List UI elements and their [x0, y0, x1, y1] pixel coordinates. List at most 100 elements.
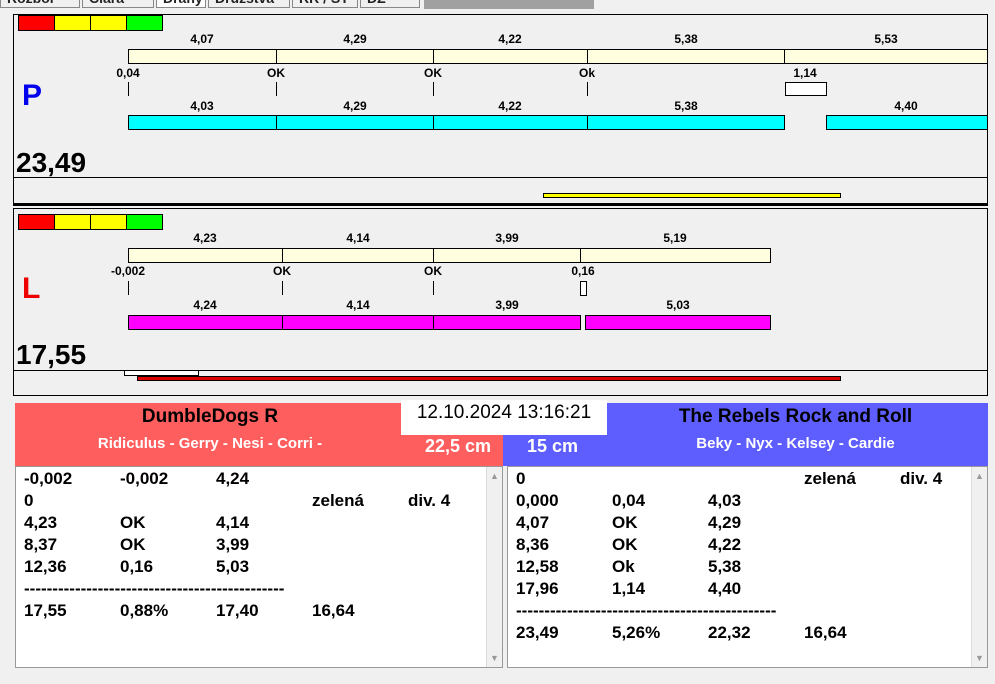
- time-label: 4,22: [498, 32, 522, 46]
- result-cell: 4,22: [708, 535, 742, 554]
- result-cell: 0,16: [120, 557, 154, 576]
- result-cell: 17,96: [516, 579, 559, 598]
- result-cell: Ok: [612, 557, 635, 576]
- time-label: 5,53: [874, 32, 898, 46]
- tab-strip-fill: [424, 0, 594, 9]
- result-cell: 23,49: [516, 623, 559, 642]
- segment: [587, 49, 785, 64]
- lane-score: 17,55: [16, 339, 87, 370]
- lane-letter: L: [22, 272, 41, 305]
- segment: [433, 115, 588, 130]
- time-label: 3,99: [495, 298, 519, 312]
- segment: [433, 49, 588, 64]
- result-cell: ----------------------------------------…: [24, 579, 285, 598]
- time-label: 4,40: [894, 99, 918, 113]
- indicator-yellow: [90, 214, 127, 230]
- segment: [433, 315, 581, 330]
- result-cell: 4,24: [216, 469, 250, 488]
- result-cell: 5,03: [216, 557, 250, 576]
- result-cell: OK: [612, 535, 638, 554]
- segment: [826, 115, 988, 130]
- lane-l: 4,23 4,14 3,99 5,19 -0,002 OK OK 0,16 L …: [13, 208, 988, 396]
- result-cell: div. 4: [900, 469, 943, 488]
- left-results-list[interactable]: ▲ ▼ -0,002 -0,002 4,24 0 zelená div. 4 4,23 OK 4,…: [15, 466, 503, 668]
- tab-dz[interactable]: DZ: [360, 0, 420, 8]
- scroll-up-icon[interactable]: ▲: [972, 471, 987, 481]
- result-cell: 4,23: [24, 513, 58, 532]
- reaction-label: OK: [267, 66, 285, 80]
- reaction-label: Ok: [578, 66, 596, 80]
- time-label: 3,99: [495, 231, 519, 245]
- tab-druzstva[interactable]: Družstvá: [208, 0, 290, 8]
- result-cell: 4,07: [516, 513, 550, 532]
- segment: [585, 315, 771, 330]
- reaction-label: 0,04: [116, 66, 140, 80]
- tab-rozbor[interactable]: Rozbor: [0, 0, 80, 8]
- scroll-down-icon[interactable]: ▼: [972, 653, 987, 663]
- indicator-red: [18, 214, 55, 230]
- tick: [276, 82, 277, 96]
- segment: [784, 49, 988, 64]
- result-cell: -0,002: [24, 469, 73, 488]
- reaction-label: 0,16: [571, 264, 595, 278]
- result-cell: 5,38: [708, 557, 742, 576]
- result-cell: 0: [24, 491, 34, 510]
- time-label: 4,23: [193, 231, 217, 245]
- segment: [128, 315, 283, 330]
- segment: [580, 248, 771, 263]
- scroll-down-icon[interactable]: ▼: [487, 653, 502, 663]
- tab-rr-st[interactable]: RR / ST: [292, 0, 358, 8]
- progress-bar: [543, 193, 841, 198]
- segment: [587, 115, 785, 130]
- time-label: 4,22: [498, 99, 522, 113]
- scrollbar[interactable]: ▲ ▼: [971, 467, 987, 667]
- team-name: The Rebels Rock and Roll: [678, 406, 913, 427]
- segment: [282, 315, 434, 330]
- time-label: 5,19: [663, 231, 687, 245]
- result-cell: zelená: [312, 491, 364, 510]
- reaction-label: 1,14: [793, 66, 817, 80]
- result-cell: zelená: [804, 469, 856, 488]
- scrollbar[interactable]: ▲ ▼: [486, 467, 502, 667]
- tick: [433, 82, 434, 96]
- result-cell: 5,26%: [612, 623, 661, 642]
- time-label: 4,29: [343, 99, 367, 113]
- result-cell: 0,04: [612, 491, 646, 510]
- scroll-up-icon[interactable]: ▲: [487, 471, 502, 481]
- segment: [276, 115, 434, 130]
- late-box: [580, 281, 587, 296]
- result-cell: OK: [120, 535, 146, 554]
- tick: [282, 281, 283, 295]
- lane-score: 23,49: [16, 147, 87, 178]
- reaction-label: OK: [424, 66, 442, 80]
- team-dogs: Ridiculus - Gerry - Nesi - Corri -: [97, 435, 323, 452]
- result-cell: 16,64: [804, 623, 847, 642]
- result-cell: ----------------------------------------…: [516, 601, 777, 620]
- result-cell: OK: [120, 513, 146, 532]
- segment: [128, 49, 277, 64]
- reaction-label: OK: [424, 264, 442, 278]
- lane-letter: P: [22, 79, 43, 112]
- result-cell: 0: [516, 469, 526, 488]
- result-cell: 4,29: [708, 513, 742, 532]
- result-cell: 4,14: [216, 513, 250, 532]
- datetime: 12.10.2024 13:16:21: [401, 400, 607, 435]
- progress-bar: [137, 376, 841, 381]
- result-cell: 12,58: [516, 557, 559, 576]
- indicator-green: [126, 214, 163, 230]
- result-cell: 8,37: [24, 535, 58, 554]
- tab-ciara[interactable]: Čiara: [82, 0, 154, 8]
- result-cell: 4,40: [708, 579, 742, 598]
- tick: [587, 82, 588, 96]
- tick: [433, 281, 434, 295]
- tab-drahy[interactable]: Dráhy: [156, 0, 206, 8]
- time-label: 4,14: [346, 298, 370, 312]
- indicator-yellow: [90, 15, 127, 31]
- divider: [14, 177, 987, 178]
- right-results-list[interactable]: ▲ ▼ 0 zelená div. 4 0,000 0,04 4,03 4,07 OK 4,29 8…: [507, 466, 988, 668]
- tick: [128, 82, 129, 96]
- segment: [128, 248, 283, 263]
- time-label: 5,38: [674, 32, 698, 46]
- tick: [128, 281, 129, 295]
- result-cell: 1,14: [612, 579, 646, 598]
